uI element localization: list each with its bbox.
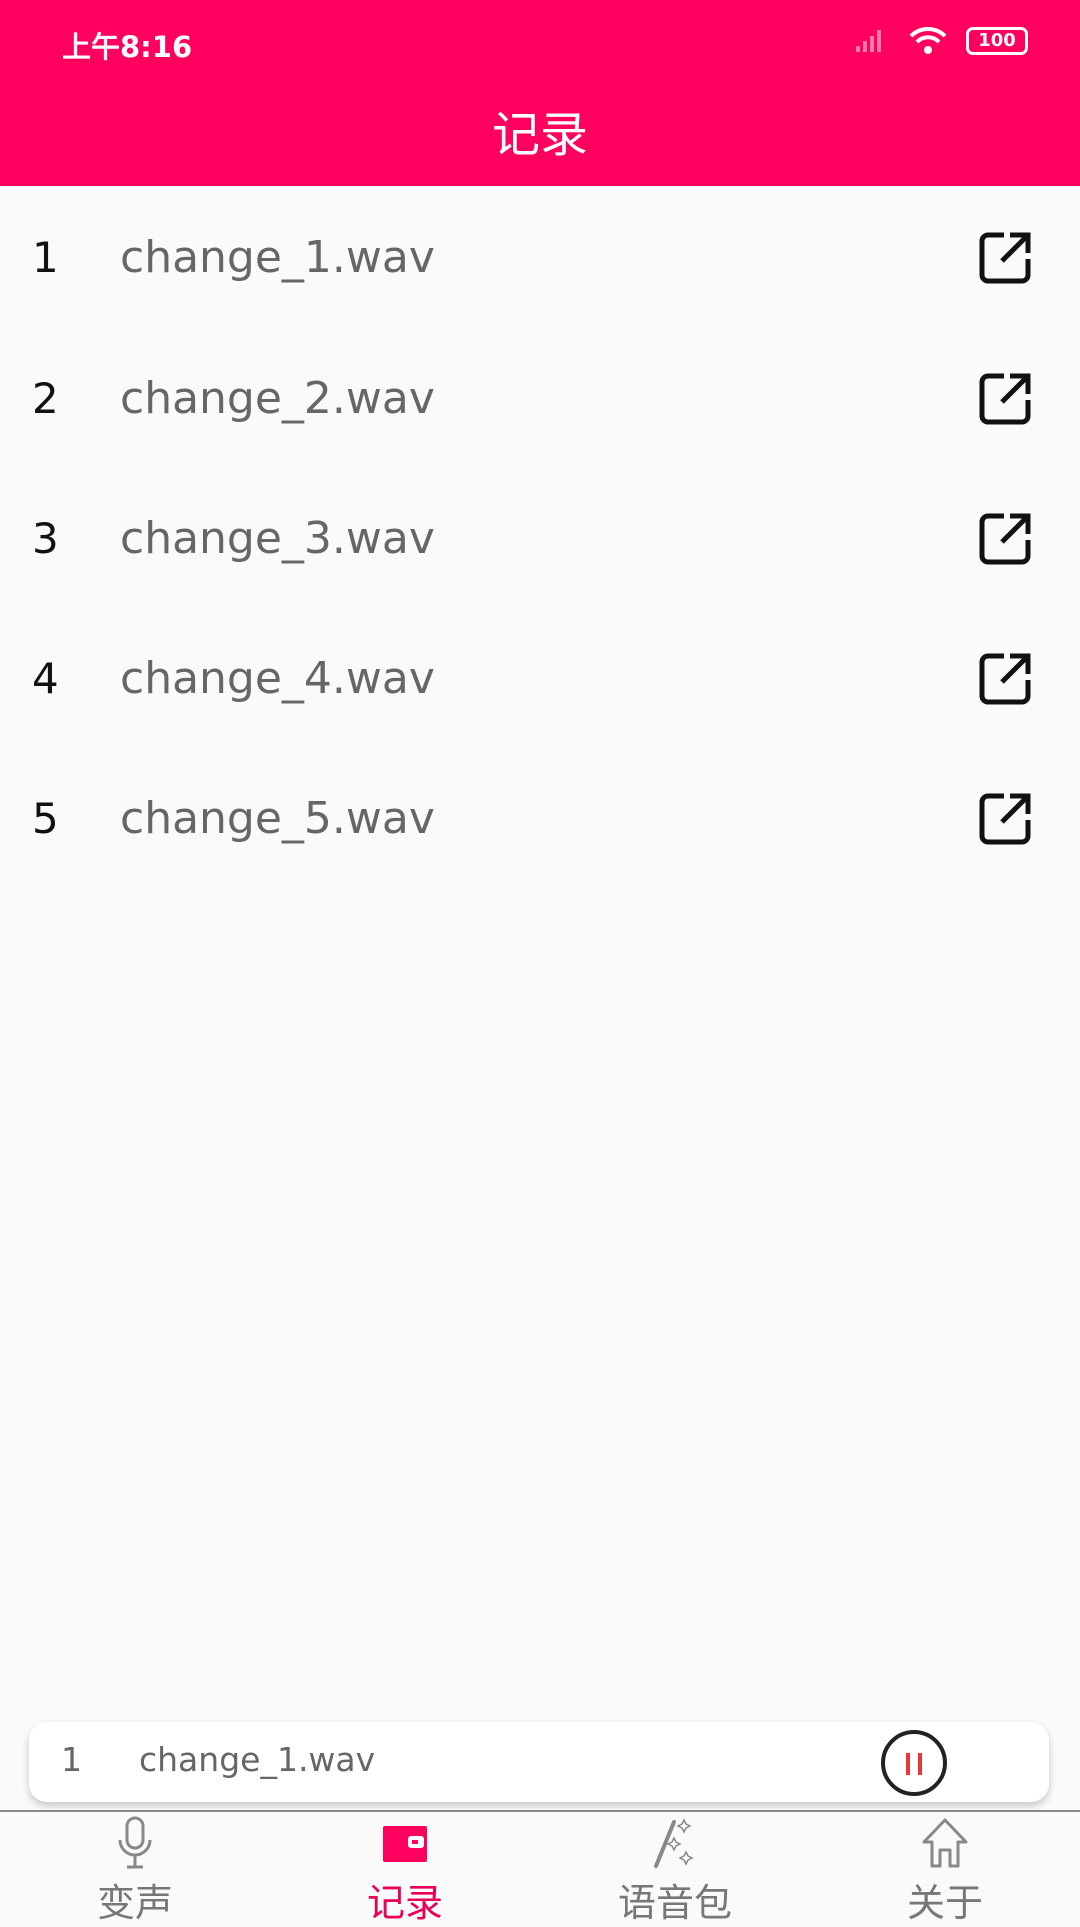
share-icon[interactable] [974, 646, 1038, 710]
microphone-icon [118, 1816, 152, 1869]
list-item[interactable]: 2 change_2.wav [0, 338, 1080, 458]
tab-about[interactable]: 关于 [810, 1812, 1080, 1925]
share-icon[interactable] [974, 225, 1038, 289]
tab-records[interactable]: 记录 [270, 1812, 540, 1925]
battery-icon: 100 [966, 27, 1028, 55]
record-name: change_2.wav [120, 372, 435, 424]
record-index: 2 [32, 373, 59, 423]
record-index: 5 [32, 793, 59, 843]
share-icon[interactable] [974, 786, 1038, 850]
signal-icon [856, 30, 881, 52]
bottom-nav: 变声 记录 语音包 关于 [0, 1810, 1080, 1925]
tab-voice-change[interactable]: 变声 [0, 1812, 270, 1925]
status-icons: 100 [856, 26, 1028, 56]
tab-label: 语音包 [617, 1881, 732, 1925]
list-item[interactable]: 4 change_4.wav [0, 618, 1080, 738]
magic-wand-icon [654, 1818, 694, 1868]
tab-label: 记录 [366, 1881, 443, 1925]
tab-label: 关于 [906, 1881, 983, 1925]
wallet-icon [383, 1826, 427, 1862]
list-item[interactable]: 3 change_3.wav [0, 478, 1080, 598]
record-name: change_3.wav [120, 512, 435, 564]
pause-button[interactable] [881, 1730, 947, 1796]
battery-level: 100 [978, 30, 1016, 51]
list-item[interactable]: 5 change_5.wav [0, 758, 1080, 878]
player-track-name: change_1.wav [139, 1740, 376, 1779]
tab-label: 变声 [96, 1881, 173, 1925]
record-name: change_4.wav [120, 652, 435, 704]
record-name: change_5.wav [120, 792, 435, 844]
tab-voice-pack[interactable]: 语音包 [540, 1812, 810, 1925]
share-icon[interactable] [974, 366, 1038, 430]
player-index: 1 [61, 1740, 82, 1779]
pause-icon [906, 1753, 910, 1775]
page-title: 记录 [491, 107, 588, 163]
record-name: change_1.wav [120, 231, 435, 283]
pause-icon [918, 1753, 922, 1775]
home-icon [922, 1818, 968, 1868]
share-icon[interactable] [974, 506, 1038, 570]
app-header: 上午8:16 100 记录 [0, 0, 1080, 186]
record-index: 4 [32, 653, 59, 703]
mini-player[interactable]: 1 change_1.wav [29, 1722, 1049, 1802]
record-index: 3 [32, 513, 59, 563]
record-index: 1 [32, 232, 59, 282]
list-item[interactable]: 1 change_1.wav [0, 197, 1080, 317]
status-time: 上午8:16 [62, 30, 193, 64]
wifi-icon [909, 26, 947, 54]
